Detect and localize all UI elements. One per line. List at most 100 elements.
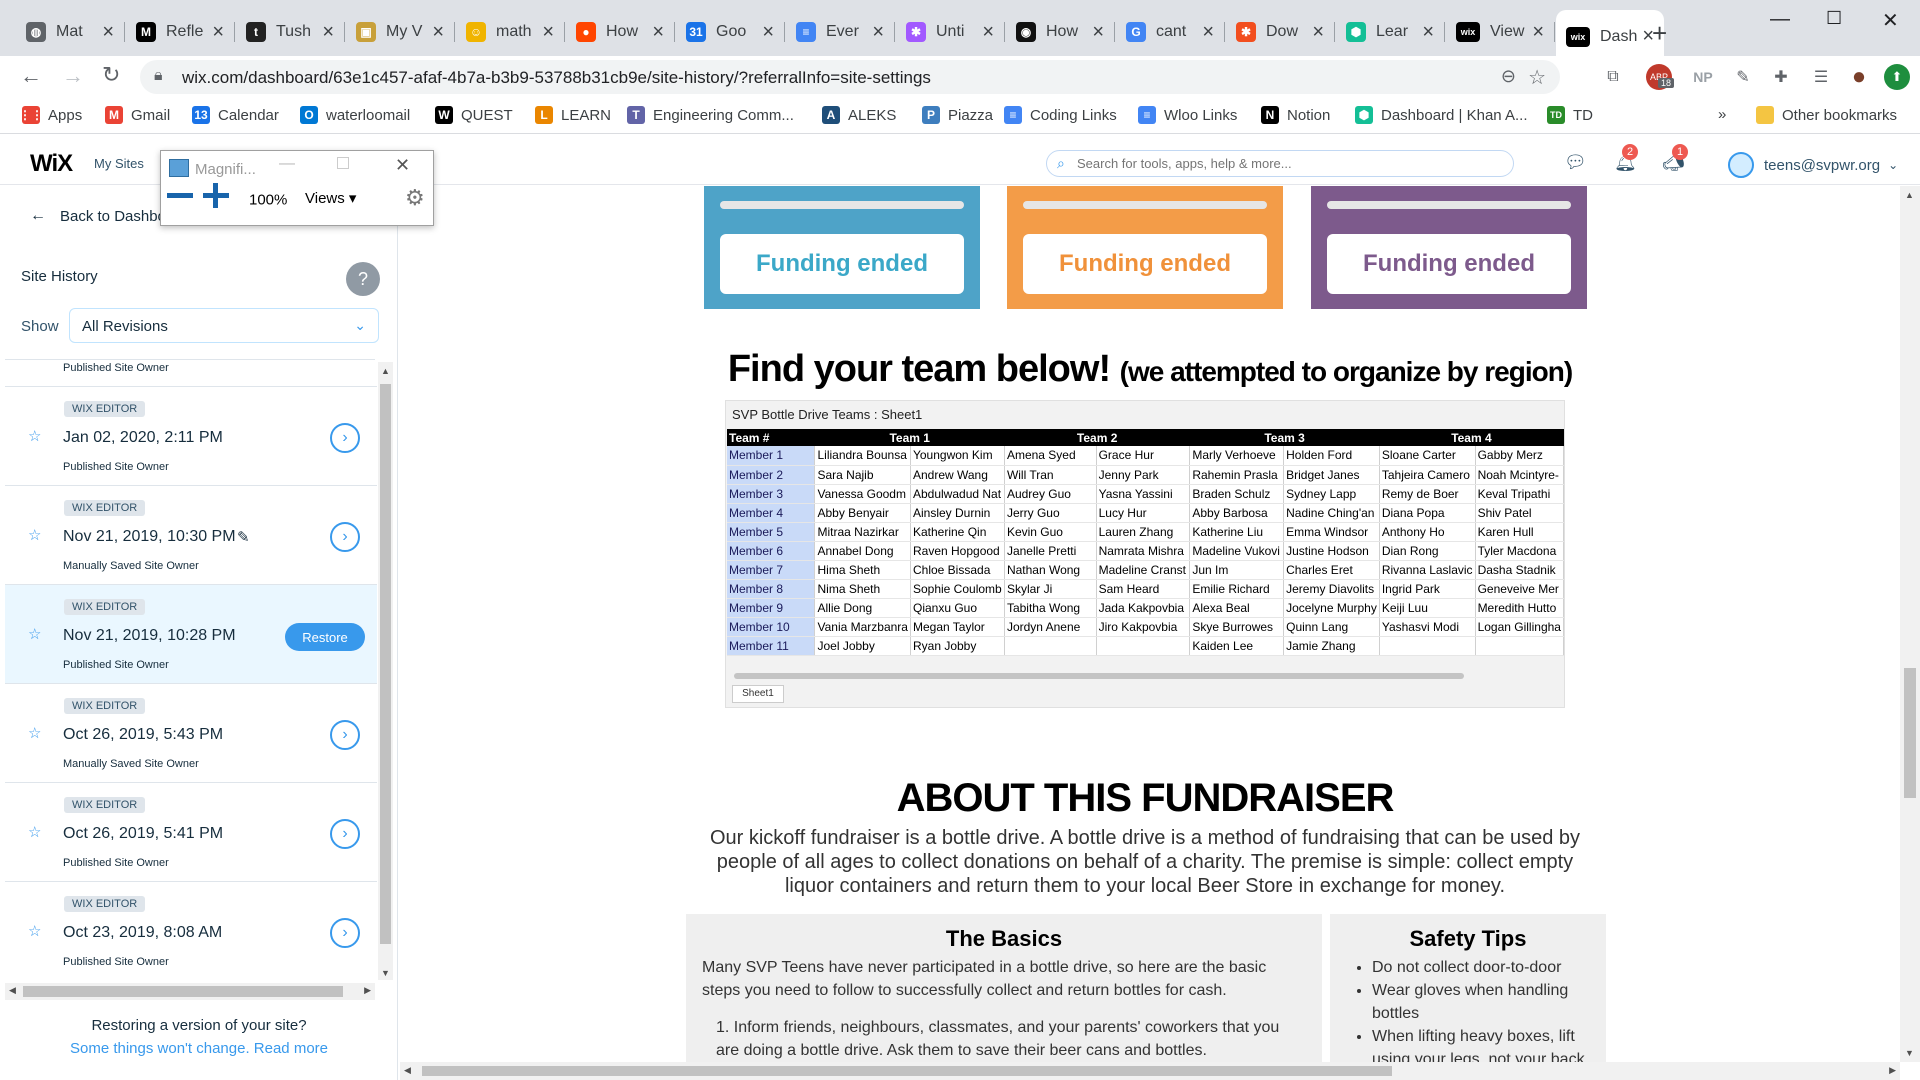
url-text[interactable]: wix.com/dashboard/63e1c457-afaf-4b7a-b3b…	[182, 68, 931, 88]
table-cell[interactable]: Alexa Beal	[1189, 598, 1285, 618]
table-cell[interactable]: Member 2	[727, 465, 816, 485]
table-cell[interactable]: Abby Barbosa	[1189, 503, 1285, 523]
table-cell[interactable]	[1379, 636, 1476, 656]
bookmark-item[interactable]: L LEARN	[535, 106, 611, 124]
star-icon[interactable]: ☆	[28, 526, 41, 544]
table-cell[interactable]: Abby Benyair	[814, 503, 911, 523]
scrollbar-thumb[interactable]	[380, 384, 391, 944]
table-cell[interactable]: Member 9	[727, 598, 816, 618]
close-icon[interactable]: ×	[1312, 21, 1324, 44]
table-cell[interactable]: Jiro Kakpovbia	[1096, 617, 1191, 637]
chevron-right-icon[interactable]: ›	[330, 720, 360, 750]
table-cell[interactable]: Braden Schulz	[1189, 484, 1285, 504]
table-cell[interactable]: Jun Im	[1189, 560, 1285, 580]
views-dropdown[interactable]: Views ▾	[305, 189, 356, 207]
table-cell[interactable]: Dasha Stadnik	[1475, 560, 1565, 580]
table-cell[interactable]: Yashasvi Modi	[1379, 617, 1476, 637]
close-icon[interactable]: ×	[652, 21, 664, 44]
wix-search[interactable]: ⌕	[1046, 150, 1514, 177]
browser-tab[interactable]: ☺ math ×	[456, 12, 565, 52]
table-cell[interactable]	[1475, 636, 1565, 656]
table-cell[interactable]: Charles Eret	[1283, 560, 1380, 580]
close-icon[interactable]: ×	[102, 21, 114, 44]
revision-item[interactable]: WIX EDITOR ☆ Oct 26, 2019, 5:41 PM Publishe…	[5, 783, 377, 882]
table-cell[interactable]: Dian Rong	[1379, 541, 1476, 561]
table-cell[interactable]: Member 1	[727, 446, 816, 466]
pencil-icon[interactable]: ✎	[237, 528, 250, 546]
reload-icon[interactable]: ↻	[102, 62, 120, 88]
table-cell[interactable]: Tahjeira Camero	[1379, 465, 1476, 485]
restore-button[interactable]: Restore	[285, 623, 365, 651]
close-icon[interactable]: ×	[1532, 21, 1544, 44]
table-cell[interactable]: Anthony Ho	[1379, 522, 1476, 542]
bookmark-item[interactable]: A ALEKS	[822, 106, 896, 124]
table-cell[interactable]: Abdulwadud Nat	[910, 484, 1005, 504]
pen-icon[interactable]: ✎	[1730, 64, 1756, 90]
bookmark-item[interactable]: TD TD	[1547, 106, 1593, 124]
close-icon[interactable]: ✕	[395, 155, 410, 176]
table-cell[interactable]: Jerry Guo	[1004, 503, 1097, 523]
gear-icon[interactable]: ⚙	[405, 185, 425, 211]
star-icon[interactable]: ☆	[28, 625, 41, 643]
table-cell[interactable]: Amena Syed	[1004, 446, 1097, 466]
revision-item[interactable]: WIX EDITOR ☆ Jan 02, 2020, 2:11 PM Publishe…	[5, 387, 377, 486]
table-cell[interactable]: Ingrid Park	[1379, 579, 1476, 599]
table-cell[interactable]: Member 8	[727, 579, 816, 599]
other-bookmarks[interactable]: Other bookmarks	[1756, 106, 1897, 124]
table-cell[interactable]: Namrata Mishra	[1096, 541, 1191, 561]
table-cell[interactable]: Youngwon Kim	[910, 446, 1005, 466]
table-cell[interactable]: Andrew Wang	[910, 465, 1005, 485]
np-icon[interactable]: NP	[1690, 64, 1716, 90]
new-tab-button[interactable]: +	[1652, 18, 1667, 49]
chevron-right-icon[interactable]: ›	[330, 522, 360, 552]
scrollbar-thumb[interactable]	[23, 986, 343, 997]
table-cell[interactable]: Nima Sheth	[814, 579, 911, 599]
table-cell[interactable]: Raven Hopgood	[910, 541, 1005, 561]
page-scrollbar[interactable]: ▲ ▼	[1900, 186, 1920, 1062]
table-cell[interactable]: Karen Hull	[1475, 522, 1565, 542]
table-cell[interactable]: Yasna Yassini	[1096, 484, 1191, 504]
bookmark-item[interactable]: P Piazza	[922, 106, 993, 124]
table-cell[interactable]: Sam Heard	[1096, 579, 1191, 599]
browser-tab[interactable]: wix View ×	[1446, 12, 1555, 52]
maximize-icon[interactable]	[337, 157, 349, 169]
table-cell[interactable]: Sydney Lapp	[1283, 484, 1380, 504]
table-cell[interactable]: Katherine Liu	[1189, 522, 1285, 542]
table-cell[interactable]: Marly Verhoeve	[1189, 446, 1285, 466]
my-sites-link[interactable]: My Sites	[94, 156, 144, 171]
table-cell[interactable]: Grace Hur	[1096, 446, 1191, 466]
scrollbar-thumb[interactable]	[422, 1066, 1392, 1076]
profile-icon[interactable]: ⧉	[1600, 64, 1626, 90]
close-icon[interactable]: ×	[1422, 21, 1434, 44]
bookmark-star-icon[interactable]: ☆	[1528, 65, 1546, 90]
close-icon[interactable]: ×	[542, 21, 554, 44]
table-cell[interactable]: Rivanna Laslavic	[1379, 560, 1476, 580]
minimize-icon[interactable]: —	[1770, 8, 1790, 31]
table-cell[interactable]: Jada Kakpovbia	[1096, 598, 1191, 618]
table-cell[interactable]: Kaiden Lee	[1189, 636, 1285, 656]
table-cell[interactable]: Gabby Merz	[1475, 446, 1565, 466]
table-cell[interactable]: Member 6	[727, 541, 816, 561]
table-cell[interactable]: Jamie Zhang	[1283, 636, 1380, 656]
update-icon[interactable]: ⬆	[1884, 64, 1910, 90]
bookmark-item[interactable]: ≡ Coding Links	[1004, 106, 1117, 124]
bookmark-item[interactable]: 13 Calendar	[192, 106, 279, 124]
table-cell[interactable]	[1096, 636, 1191, 656]
wix-search-input[interactable]	[1077, 154, 1497, 173]
funding-ended-button[interactable]: Funding ended	[1327, 234, 1571, 294]
user-menu[interactable]: teens@svpwr.org ⌄	[1728, 152, 1898, 178]
table-cell[interactable]: Madeline Cranst	[1096, 560, 1191, 580]
table-cell[interactable]: Justine Hodson	[1283, 541, 1380, 561]
table-cell[interactable]: Noah Mcintyre-	[1475, 465, 1565, 485]
table-cell[interactable]	[1004, 636, 1097, 656]
zoom-icon[interactable]: ⊖	[1501, 66, 1516, 87]
browser-tab[interactable]: ● How ×	[566, 12, 675, 52]
table-cell[interactable]: Rahemin Prasla	[1189, 465, 1285, 485]
table-cell[interactable]: Chloe Bissada	[910, 560, 1005, 580]
close-icon[interactable]: ×	[1202, 21, 1214, 44]
table-cell[interactable]: Bridget Janes	[1283, 465, 1380, 485]
scrollbar-thumb[interactable]	[1904, 668, 1916, 798]
back-arrow-icon[interactable]: ←	[20, 63, 42, 89]
table-cell[interactable]: Member 5	[727, 522, 816, 542]
browser-tab[interactable]: ≡ Ever ×	[786, 12, 895, 52]
